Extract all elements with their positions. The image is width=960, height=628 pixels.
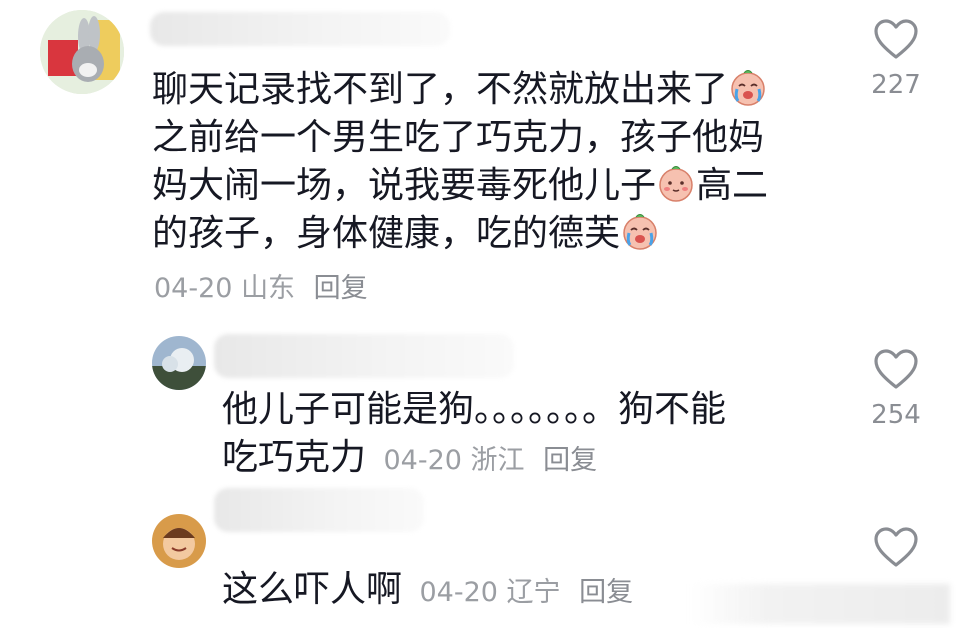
comment-2: 他儿子可能是狗。。。。。。。狗不能 吃巧克力 04-20 浙江 回复 254 <box>0 310 960 480</box>
reply-button[interactable]: 回复 <box>314 273 368 304</box>
like-button[interactable]: 254 <box>856 346 936 430</box>
comment-meta: 04-20 山东 回复 <box>154 266 368 305</box>
comment-location: 山东 <box>241 273 296 304</box>
like-button[interactable] <box>856 524 936 574</box>
blurred-area <box>690 584 950 624</box>
reply-button[interactable]: 回复 <box>543 445 597 476</box>
username-blurred[interactable] <box>214 334 514 378</box>
bunny-avatar-icon <box>40 10 124 94</box>
comment-meta: 04-20 浙江 回复 <box>383 445 597 476</box>
comment-meta: 04-20 辽宁 回复 <box>419 577 633 608</box>
comment-text: 他儿子可能是狗。。。。。。。狗不能 吃巧克力 04-20 浙江 回复 <box>222 389 727 478</box>
reply-button[interactable]: 回复 <box>579 577 633 608</box>
comment-date: 04-20 <box>419 577 498 608</box>
heart-outline-icon[interactable] <box>872 16 920 62</box>
heart-outline-icon[interactable] <box>872 346 920 392</box>
comment-date: 04-20 <box>154 273 233 304</box>
comment-1: 聊天记录找不到了，不然就放出来了 之前给一个男生吃了巧克力，孩子他妈 妈大闹一场… <box>0 0 960 304</box>
landscape-avatar-icon <box>152 336 206 390</box>
crying-face-emoji-icon <box>730 69 766 107</box>
comment-date: 04-20 <box>383 445 462 476</box>
comment-location: 浙江 <box>470 445 525 476</box>
heart-outline-icon[interactable] <box>872 524 920 570</box>
username-blurred[interactable] <box>150 12 450 46</box>
blushing-face-emoji-icon <box>659 165 693 202</box>
like-button[interactable]: 227 <box>856 16 936 100</box>
username-blurred[interactable] <box>214 488 424 532</box>
avatar[interactable] <box>152 336 206 390</box>
like-count: 254 <box>871 400 921 430</box>
avatar[interactable] <box>152 514 206 568</box>
comment-location: 辽宁 <box>506 577 561 608</box>
child-avatar-icon <box>152 514 206 568</box>
like-count: 227 <box>871 70 921 100</box>
comment-text: 聊天记录找不到了，不然就放出来了 之前给一个男生吃了巧克力，孩子他妈 妈大闹一场… <box>152 69 769 254</box>
avatar[interactable] <box>40 10 124 94</box>
crying-face-emoji-icon <box>622 213 658 251</box>
